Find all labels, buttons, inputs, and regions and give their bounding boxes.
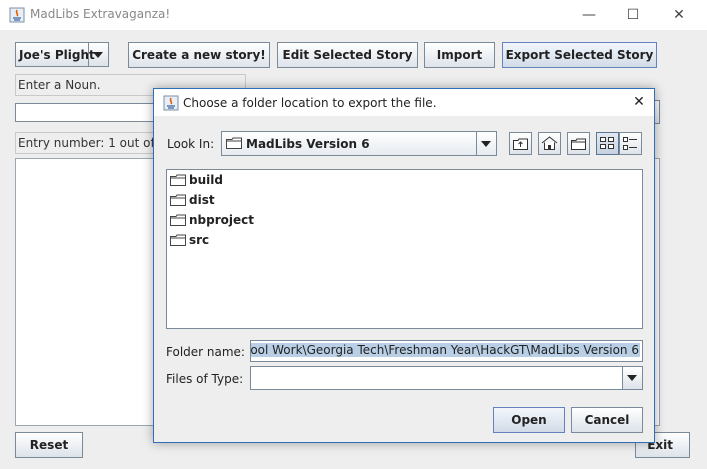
folder-name-value: \School Work\Georgia Tech\Freshman Year\… — [251, 343, 640, 357]
look-in-arrow[interactable] — [476, 132, 496, 155]
details-view-button[interactable] — [619, 132, 642, 155]
entry-number-label: Entry number: 1 out of 2 — [15, 132, 157, 170]
java-app-icon — [9, 7, 25, 23]
folder-name-label: Folder name: — [166, 345, 245, 359]
files-of-type-select[interactable] — [250, 366, 643, 390]
java-app-icon — [163, 95, 179, 111]
look-in-value: MadLibs Version 6 — [246, 137, 370, 151]
story-text-area[interactable] — [15, 158, 160, 426]
details-view-icon — [623, 137, 637, 150]
maximize-button[interactable]: ☐ — [610, 0, 656, 30]
dialog-title: Choose a folder location to export the f… — [183, 96, 437, 110]
main-title-bar[interactable]: MadLibs Extravaganza! — ☐ ✕ — [0, 0, 707, 30]
open-button[interactable]: Open — [493, 407, 565, 433]
up-one-level-button[interactable] — [509, 132, 532, 155]
create-story-button[interactable]: Create a new story! — [128, 42, 270, 68]
folder-icon — [170, 234, 186, 246]
edit-story-button[interactable]: Edit Selected Story — [277, 42, 418, 68]
dialog-close-button[interactable]: ✕ — [626, 91, 652, 113]
chevron-down-icon — [93, 52, 103, 58]
story-select[interactable]: Joe's Plight — [15, 42, 109, 67]
export-dialog: Choose a folder location to export the f… — [153, 88, 655, 443]
story-select-value: Joe's Plight — [19, 48, 95, 62]
new-folder-icon — [571, 138, 586, 150]
files-of-type-arrow[interactable] — [622, 367, 642, 389]
folder-name-input[interactable]: \School Work\Georgia Tech\Freshman Year\… — [250, 340, 643, 362]
new-folder-button[interactable] — [567, 132, 590, 155]
look-in-label: Look In: — [167, 137, 215, 151]
folder-icon — [170, 174, 186, 186]
main-window-title: MadLibs Extravaganza! — [30, 7, 171, 21]
close-button[interactable]: ✕ — [656, 0, 702, 30]
files-of-type-label: Files of Type: — [166, 372, 244, 386]
dialog-title-bar[interactable]: Choose a folder location to export the f… — [154, 89, 654, 116]
story-select-arrow[interactable] — [88, 43, 108, 66]
file-list[interactable]: build dist nbproject src — [166, 169, 643, 329]
folder-icon — [226, 137, 242, 149]
chevron-down-icon — [481, 141, 491, 147]
folder-icon — [170, 214, 186, 226]
home-icon — [541, 136, 558, 150]
list-item-label: build — [189, 173, 223, 187]
reset-button[interactable]: Reset — [15, 432, 83, 458]
import-button[interactable]: Import — [424, 42, 495, 68]
look-in-select[interactable]: MadLibs Version 6 — [221, 131, 497, 156]
export-story-button[interactable]: Export Selected Story — [502, 42, 657, 68]
cancel-button[interactable]: Cancel — [571, 407, 643, 433]
list-item-label: nbproject — [189, 213, 254, 227]
up-folder-icon — [513, 138, 528, 150]
home-button[interactable] — [538, 132, 561, 155]
list-view-icon — [600, 137, 614, 149]
folder-icon — [170, 194, 186, 206]
minimize-button[interactable]: — — [566, 0, 612, 30]
list-item-label: src — [189, 233, 210, 247]
list-item-label: dist — [189, 193, 215, 207]
chevron-down-icon — [627, 375, 637, 381]
list-view-button[interactable] — [596, 132, 619, 155]
